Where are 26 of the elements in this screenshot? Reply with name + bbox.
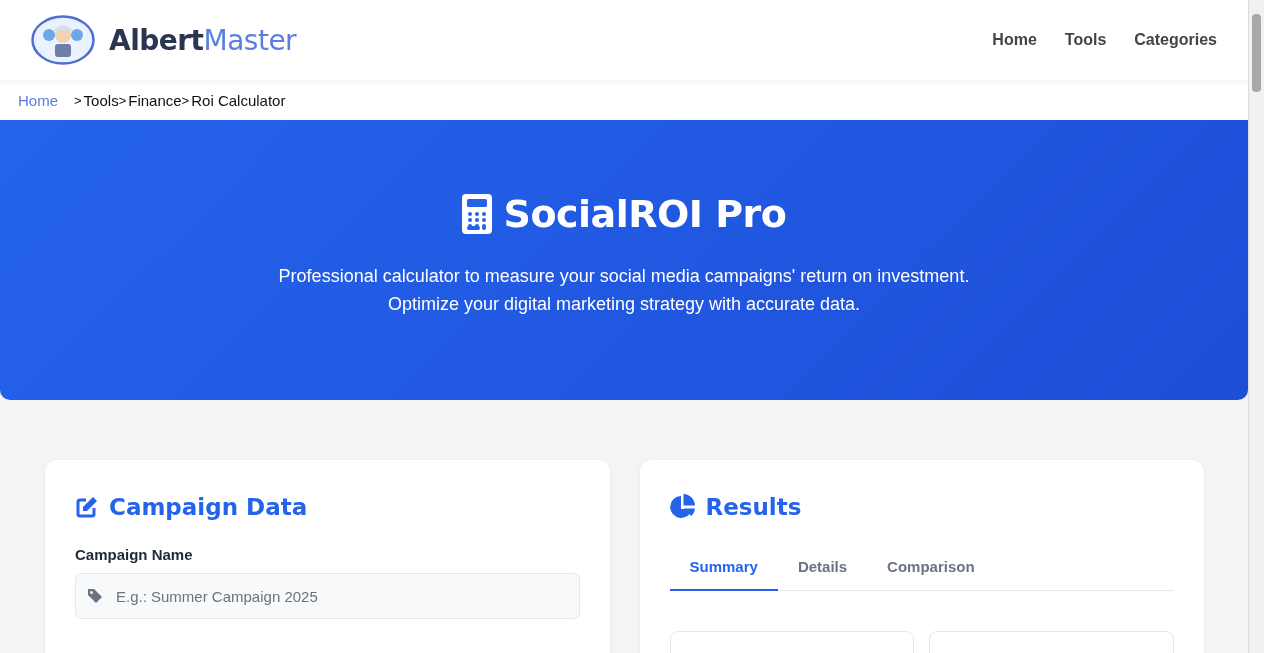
tab[interactable]: Comparison [867,546,995,591]
tab[interactable]: Details [777,546,868,591]
breadcrumb-separator: > [118,92,127,108]
card-title: Results [705,494,802,520]
nav-link[interactable]: Tools [1050,23,1121,57]
logo-icon[interactable] [31,15,95,65]
scrollbar-thumb[interactable] [1252,14,1261,92]
breadcrumb-item: Finance [128,91,182,109]
card-title: Campaign Data [109,494,308,520]
edit-icon [75,495,99,519]
hero-description: Professional calculator to measure your social media campaigns' return on investment. Optimize your digital marketing strategy with accurate data. [278,265,970,316]
nav-link[interactable]: Categories [1120,23,1217,57]
tab[interactable]: Summary [669,546,778,591]
brand-name[interactable]: AlbertMaster [109,23,297,57]
breadcrumb-separator: > [181,92,190,108]
field-label: Campaign Name [75,546,194,563]
breadcrumb-separator: > [74,92,82,108]
breadcrumb-item: Roi Calculator [191,91,286,109]
scrollbar[interactable] [1248,0,1264,653]
nav-link[interactable]: Home [978,23,1051,57]
calculator-icon [461,194,492,234]
hero-title: SocialROI Pro [503,192,787,236]
input-field[interactable]: E.g.: Summer Campaign 2025 [75,573,580,619]
breadcrumb-item: Tools [83,91,119,109]
pie-chart-icon [669,494,696,520]
breadcrumb-link[interactable]: Home [18,91,58,109]
